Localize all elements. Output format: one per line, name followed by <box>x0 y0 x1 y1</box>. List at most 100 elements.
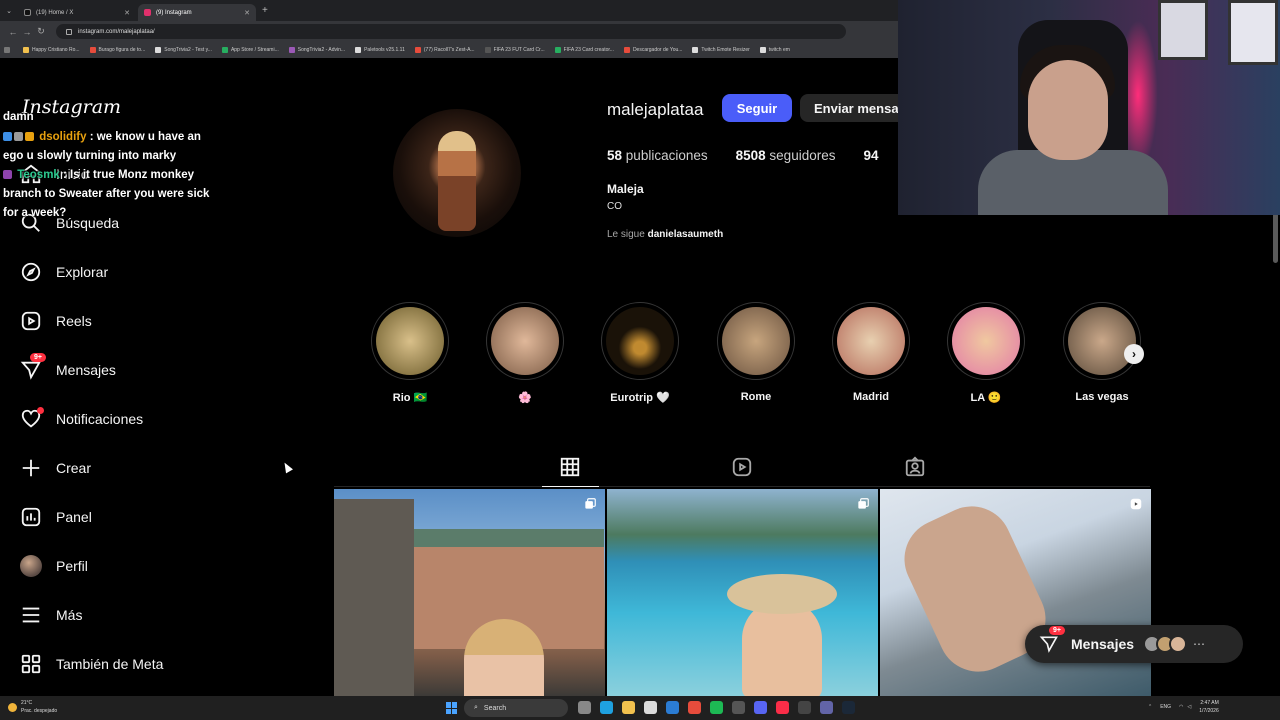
language-indicator[interactable]: ENG <box>1160 704 1171 710</box>
sidebar-item-explorar[interactable]: Explorar <box>20 257 108 287</box>
followed-by[interactable]: Le sigue danielasaumeth <box>607 229 723 240</box>
grid-icon <box>559 457 581 482</box>
meta-grid-icon <box>20 653 42 675</box>
close-tab-icon[interactable]: ✕ <box>124 9 130 17</box>
unread-badge: 9+ <box>1049 626 1065 635</box>
steam-icon[interactable] <box>842 701 855 714</box>
bookmark-favicon-icon <box>484 47 491 53</box>
chevron-up-icon[interactable]: ⌃ <box>1148 704 1152 710</box>
bookmark-favicon-icon <box>288 47 295 53</box>
task-view-icon[interactable] <box>578 701 591 714</box>
follow-button[interactable]: Seguir <box>722 94 792 122</box>
discord-icon[interactable] <box>754 701 767 714</box>
post-thumbnail[interactable] <box>334 489 605 696</box>
bookmark[interactable]: Descargador de You... <box>623 47 682 53</box>
new-tab-button[interactable]: + <box>262 5 268 16</box>
teams-icon[interactable] <box>820 701 833 714</box>
bookmark[interactable]: App Store / Streami... <box>221 47 279 53</box>
sidebar-item-label: Reels <box>56 313 92 329</box>
start-button[interactable] <box>446 702 458 714</box>
following-stat[interactable]: 94 <box>863 148 878 163</box>
messenger-icon: 9+ <box>1039 626 1065 654</box>
volume-icon[interactable]: ◁ <box>1187 704 1191 710</box>
chat-badge-icon <box>25 132 34 141</box>
close-tab-icon[interactable]: ✕ <box>244 9 250 17</box>
bookmark[interactable]: SongTrivia2 - Test y... <box>155 47 212 53</box>
url-bar[interactable]: instagram.com/malejaplataa/ <box>56 24 846 39</box>
highlights-next-button[interactable]: › <box>1124 344 1144 364</box>
page-scrollbar[interactable] <box>1273 213 1278 263</box>
profile-username: malejaplataa <box>607 100 704 119</box>
sidebar-item-label: También de Meta <box>56 656 164 672</box>
sidebar-item-label: Explorar <box>56 264 109 280</box>
bookmark[interactable]: Burago figura de to... <box>89 47 145 53</box>
spotify-icon[interactable] <box>710 701 723 714</box>
messages-dock[interactable]: 9+ Mensajes ⋯ <box>1025 625 1243 663</box>
tab-posts[interactable] <box>559 456 581 478</box>
taskbar-search[interactable]: ⌕ Search <box>464 699 568 717</box>
reel-icon <box>1129 497 1143 511</box>
windows-taskbar: 21°C Prac. despejado ⌕ Search ⌃ ENG ◠ ◁ <box>0 696 1280 720</box>
address-toolbar: ← → ↻ instagram.com/malejaplataa/ <box>0 21 898 42</box>
sidebar-item-crear[interactable]: Crear <box>20 453 91 483</box>
instagram-wordmark[interactable]: Instagram <box>22 96 121 118</box>
tab-tagged[interactable] <box>904 456 926 478</box>
app-icon[interactable] <box>732 701 745 714</box>
mail-icon[interactable] <box>666 701 679 714</box>
sidebar-item-label: Perfil <box>56 558 88 574</box>
obs-icon[interactable] <box>798 701 811 714</box>
story-highlight[interactable]: Madrid <box>831 302 911 403</box>
store-icon[interactable] <box>644 701 657 714</box>
file-explorer-icon[interactable] <box>622 701 635 714</box>
more-icon[interactable]: ⋯ <box>1193 637 1205 651</box>
chrome-icon[interactable] <box>688 701 701 714</box>
followers-stat[interactable]: 8508 seguidores <box>736 148 836 163</box>
bookmark-apps-icon[interactable] <box>4 47 13 53</box>
wifi-icon[interactable]: ◠ <box>1179 704 1183 710</box>
weather-widget[interactable]: 21°C Prac. despejado <box>8 699 57 715</box>
x-logo-icon <box>24 9 31 16</box>
browser-tab-x[interactable]: (19) Home / X ✕ <box>18 4 136 21</box>
clock[interactable]: 2:47 AM 1/7/2026 <box>1199 699 1218 715</box>
site-info-icon[interactable] <box>66 28 72 35</box>
post-thumbnail[interactable] <box>880 489 1151 696</box>
tab-search-icon[interactable]: ⌄ <box>0 7 18 15</box>
back-button[interactable]: ← <box>6 27 20 37</box>
story-highlight[interactable]: Rio 🇧🇷 <box>370 302 450 404</box>
bookmark[interactable]: (77) Racoll7's Zest-A... <box>414 47 475 53</box>
forward-button[interactable]: → <box>20 27 34 37</box>
sidebar-item-mensajes[interactable]: 9+ Mensajes <box>20 353 116 385</box>
story-highlight[interactable]: LA 🙂 <box>946 302 1026 404</box>
bookmark[interactable]: FIFA 23 FUT Card Cr... <box>484 47 545 53</box>
bookmark[interactable]: Paletools v25.1.11 <box>355 47 405 53</box>
sidebar-item-tambien-de-meta[interactable]: También de Meta <box>20 649 163 679</box>
recent-chats-avatars <box>1143 635 1188 653</box>
bookmark[interactable]: SongTrivia2 - Advin... <box>288 47 345 53</box>
browser-tab-instagram[interactable]: (9) Instagram ✕ <box>138 4 256 21</box>
story-highlight[interactable]: Eurotrip 🤍 <box>600 302 680 404</box>
bookmark[interactable]: twitch em <box>759 47 790 53</box>
music-icon[interactable] <box>776 701 789 714</box>
bookmark[interactable]: Twitch Emote Resizer <box>692 47 750 53</box>
chat-message: Teosmk : Is it true Monz monkey branch t… <box>3 166 213 223</box>
post-thumbnail[interactable] <box>607 489 878 696</box>
reload-button[interactable]: ↻ <box>34 26 48 37</box>
sidebar-item-reels[interactable]: Reels <box>20 306 92 336</box>
story-highlight[interactable]: 🌸 <box>485 302 565 404</box>
bookmark[interactable]: FIFA 23 Card creator... <box>554 47 614 53</box>
send-message-button[interactable]: Enviar mensaje <box>800 94 910 122</box>
sidebar-item-panel[interactable]: Panel <box>20 502 92 532</box>
tab-reels[interactable] <box>731 456 753 478</box>
story-highlight[interactable]: Rome <box>716 302 796 403</box>
bookmark-favicon-icon <box>23 47 29 53</box>
profile-picture[interactable] <box>393 109 521 237</box>
sidebar-item-mas[interactable]: Más <box>20 600 82 630</box>
bookmark[interactable]: Happy Cristiano Ro... <box>23 47 80 53</box>
avatar <box>20 555 42 577</box>
chat-message: dsolidify : we know u have an ego u slow… <box>3 128 213 166</box>
sidebar-item-label: Mensajes <box>56 362 116 378</box>
sidebar-item-perfil[interactable]: Perfil <box>20 551 88 581</box>
edge-icon[interactable] <box>600 701 613 714</box>
sidebar-item-notificaciones[interactable]: Notificaciones <box>20 404 143 434</box>
chat-badge-icon <box>14 132 23 141</box>
